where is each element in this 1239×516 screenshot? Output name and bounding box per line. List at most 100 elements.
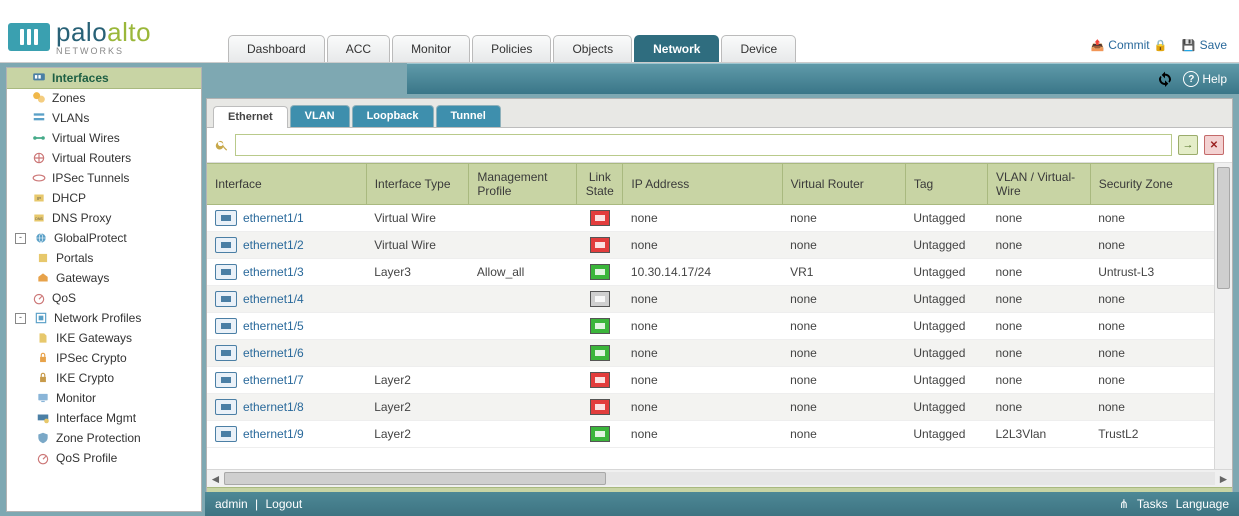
col-vlan-virtual-wire[interactable]: VLAN / Virtual-Wire [988, 164, 1091, 205]
col-interface[interactable]: Interface [207, 164, 366, 205]
table-row[interactable]: ethernet1/2Virtual WirenonenoneUntaggedn… [207, 232, 1232, 259]
footer-separator: | [255, 497, 258, 511]
interface-link[interactable]: ethernet1/9 [243, 427, 304, 441]
sidebar-item-zones[interactable]: Zones [7, 88, 201, 108]
sidebar-item-ipsec-tunnels[interactable]: IPSec Tunnels [7, 168, 201, 188]
hscroll-left-arrow[interactable]: ◄ [207, 470, 224, 487]
sidebar-item-network-profiles[interactable]: -Network Profiles [7, 308, 201, 328]
cell-ip-address: none [623, 232, 782, 259]
monitor-icon [35, 391, 51, 405]
sidebar-item-virtual-routers[interactable]: Virtual Routers [7, 148, 201, 168]
sidebar-item-qos-profile[interactable]: QoS Profile [7, 448, 201, 468]
cell-vlan: none [988, 259, 1091, 286]
main-tab-network[interactable]: Network [634, 35, 719, 62]
sidebar-item-interfaces[interactable]: Interfaces [6, 67, 202, 89]
table-row[interactable]: ethernet1/9Layer2nonenoneUntaggedL2L3Vla… [207, 421, 1232, 448]
save-button[interactable]: Save [1182, 38, 1227, 52]
sidebar-item-gateways[interactable]: Gateways [7, 268, 201, 288]
subtab-ethernet[interactable]: Ethernet [213, 106, 288, 128]
table-row[interactable]: ethernet1/8Layer2nonenoneUntaggednonenon… [207, 394, 1232, 421]
refresh-button[interactable] [1157, 71, 1173, 87]
table-row[interactable]: ethernet1/6nonenoneUntaggednonenone [207, 340, 1232, 367]
cell-vlan: none [988, 394, 1091, 421]
sidebar-item-dns-proxy[interactable]: DNSDNS Proxy [7, 208, 201, 228]
cell-ip-address: none [623, 367, 782, 394]
interface-link[interactable]: ethernet1/2 [243, 238, 304, 252]
col-virtual-router[interactable]: Virtual Router [782, 164, 905, 205]
interface-link[interactable]: ethernet1/8 [243, 400, 304, 414]
cell-management-profile [469, 313, 577, 340]
subtab-tunnel[interactable]: Tunnel [436, 105, 501, 127]
tree-toggle-icon[interactable]: - [15, 233, 26, 244]
vertical-scrollbar-thumb[interactable] [1217, 167, 1230, 289]
main-tab-policies[interactable]: Policies [472, 35, 551, 62]
search-input[interactable] [235, 134, 1172, 156]
sidebar-item-label: DNS Proxy [52, 211, 111, 225]
tree-toggle-icon[interactable]: - [15, 313, 26, 324]
network-profiles-icon [33, 311, 49, 325]
sidebar-item-portals[interactable]: Portals [7, 248, 201, 268]
col-tag[interactable]: Tag [905, 164, 987, 205]
interface-link[interactable]: ethernet1/6 [243, 346, 304, 360]
table-row[interactable]: ethernet1/7Layer2nonenoneUntaggednonenon… [207, 367, 1232, 394]
table-row[interactable]: ethernet1/1Virtual WirenonenoneUntaggedn… [207, 205, 1232, 232]
cell-interface-type: Layer3 [366, 259, 469, 286]
main-tab-objects[interactable]: Objects [553, 35, 632, 62]
subtab-loopback[interactable]: Loopback [352, 105, 434, 127]
table-header-row: Interface Interface Type Management Prof… [207, 164, 1232, 205]
logout-link[interactable]: Logout [266, 497, 303, 511]
col-security-zone[interactable]: Security Zone [1090, 164, 1213, 205]
interface-link[interactable]: ethernet1/5 [243, 319, 304, 333]
search-go-button[interactable] [1178, 135, 1198, 155]
sidebar-item-label: IPSec Crypto [56, 351, 127, 365]
col-interface-type[interactable]: Interface Type [366, 164, 469, 205]
sidebar-item-monitor[interactable]: Monitor [7, 388, 201, 408]
sidebar-item-interface-mgmt[interactable]: Interface Mgmt [7, 408, 201, 428]
sidebar-item-vlans[interactable]: VLANs [7, 108, 201, 128]
cell-vlan: none [988, 367, 1091, 394]
search-clear-button[interactable] [1204, 135, 1224, 155]
main-tab-device[interactable]: Device [721, 35, 796, 62]
cell-interface-type: Layer2 [366, 394, 469, 421]
col-management-profile[interactable]: Management Profile [469, 164, 577, 205]
lock-icon [1154, 38, 1168, 52]
sidebar-item-ike-gateways[interactable]: IKE Gateways [7, 328, 201, 348]
main-tab-dashboard[interactable]: Dashboard [228, 35, 325, 62]
horizontal-scrollbar[interactable]: ◄ ► [207, 469, 1232, 487]
interface-link[interactable]: ethernet1/3 [243, 265, 304, 279]
table-row[interactable]: ethernet1/5nonenoneUntaggednonenone [207, 313, 1232, 340]
col-link-state[interactable]: Link State [577, 164, 623, 205]
brand-text: paloalto [56, 17, 151, 48]
sidebar-item-virtual-wires[interactable]: Virtual Wires [7, 128, 201, 148]
interface-link[interactable]: ethernet1/7 [243, 373, 304, 387]
vertical-scrollbar[interactable] [1214, 163, 1232, 469]
hscroll-thumb[interactable] [224, 472, 606, 485]
table-row[interactable]: ethernet1/3Layer3Allow_all10.30.14.17/24… [207, 259, 1232, 286]
main-tab-acc[interactable]: ACC [327, 35, 390, 62]
sidebar-item-zone-protection[interactable]: Zone Protection [7, 428, 201, 448]
col-ip-address[interactable]: IP Address [623, 164, 782, 205]
interface-link[interactable]: ethernet1/4 [243, 292, 304, 306]
body-area: InterfacesZonesVLANsVirtual WiresVirtual… [0, 63, 1239, 516]
language-link[interactable]: Language [1176, 497, 1229, 511]
refresh-icon [1157, 71, 1173, 87]
hscroll-right-arrow[interactable]: ► [1215, 470, 1232, 487]
tasks-link[interactable]: Tasks [1137, 497, 1168, 511]
ipsec-crypto-icon [35, 351, 51, 365]
dhcp-icon: IP [31, 191, 47, 205]
sidebar-item-globalprotect[interactable]: - GlobalProtect [7, 228, 201, 248]
commit-button[interactable]: Commit [1090, 38, 1167, 52]
sidebar-item-ipsec-crypto[interactable]: IPSec Crypto [7, 348, 201, 368]
sidebar-item-qos[interactable]: QoS [7, 288, 201, 308]
sidebar: InterfacesZonesVLANsVirtual WiresVirtual… [6, 67, 202, 512]
subtab-vlan[interactable]: VLAN [290, 105, 350, 127]
table-row[interactable]: ethernet1/4nonenoneUntaggednonenone [207, 286, 1232, 313]
sidebar-item-label: GlobalProtect [54, 231, 127, 245]
sidebar-item-ike-crypto[interactable]: IKE Crypto [7, 368, 201, 388]
sidebar-item-dhcp[interactable]: IPDHCP [7, 188, 201, 208]
help-button[interactable]: ? Help [1183, 71, 1227, 87]
interface-mgmt-icon [35, 411, 51, 425]
sidebar-item-label: Monitor [56, 391, 96, 405]
interface-link[interactable]: ethernet1/1 [243, 211, 304, 225]
main-tab-monitor[interactable]: Monitor [392, 35, 470, 62]
